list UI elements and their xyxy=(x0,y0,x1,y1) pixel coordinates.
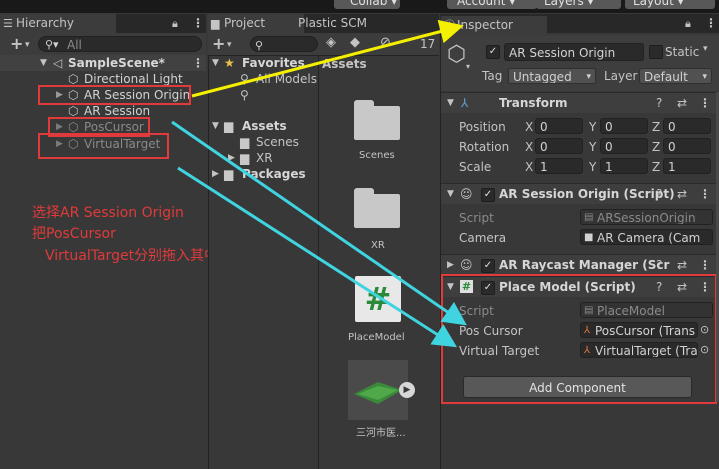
cyan-arrow-virtualtarget xyxy=(177,166,458,348)
arrow-overlay xyxy=(171,19,467,348)
cyan-arrow-poscursor xyxy=(171,120,467,326)
yellow-arrow xyxy=(191,19,464,98)
